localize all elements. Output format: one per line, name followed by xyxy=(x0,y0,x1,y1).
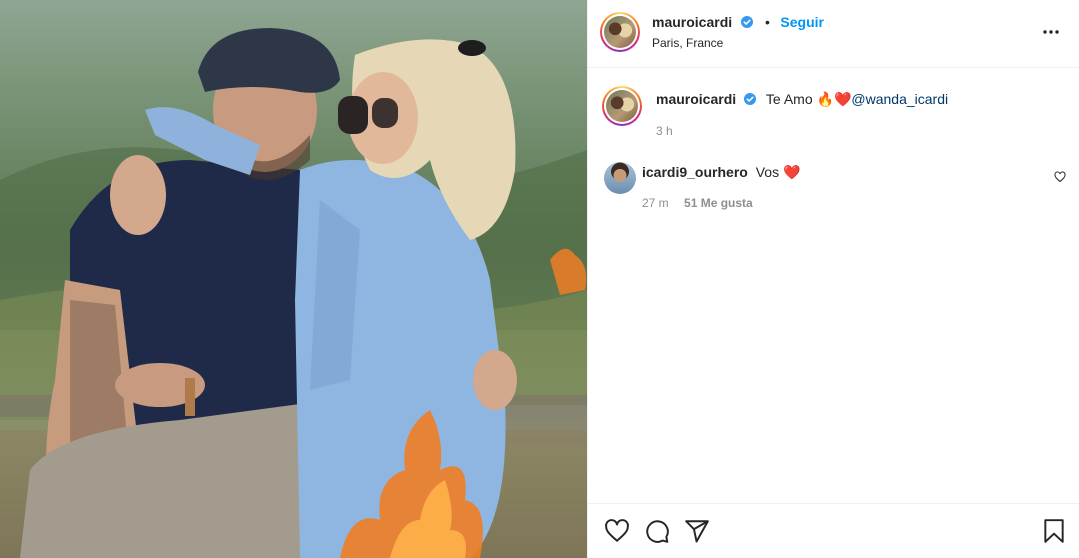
caption-text: Te Amo xyxy=(765,91,817,107)
comment-icon[interactable] xyxy=(644,518,670,544)
share-icon[interactable] xyxy=(684,518,710,544)
comment-text: Vos xyxy=(755,164,783,180)
comment-item: icardi9_ourhero Vos ❤️ 27 m 51 Me gusta xyxy=(602,160,1066,220)
caption-mention[interactable]: @wanda_icardi xyxy=(851,91,948,107)
comment-username[interactable]: icardi9_ourhero xyxy=(642,164,748,180)
comment-line: icardi9_ourhero Vos ❤️ xyxy=(642,164,800,181)
heart-icon[interactable] xyxy=(604,518,630,544)
comment-likes[interactable]: 51 Me gusta xyxy=(684,196,753,210)
follow-button[interactable]: Seguir xyxy=(780,14,824,30)
bookmark-icon[interactable] xyxy=(1041,518,1067,544)
post-header: mauroicardi • Seguir Paris, France xyxy=(588,0,1079,68)
more-options-icon[interactable] xyxy=(1041,22,1061,42)
comment-like-heart-icon[interactable] xyxy=(1054,171,1066,183)
verified-badge-icon xyxy=(740,16,753,28)
caption-username[interactable]: mauroicardi xyxy=(656,91,736,107)
verified-badge-icon xyxy=(744,93,757,105)
post-actions-bar xyxy=(588,503,1079,558)
post-side-panel: mauroicardi • Seguir Paris, France mauro… xyxy=(587,0,1079,558)
caption-avatar[interactable] xyxy=(602,86,642,126)
comment-avatar[interactable] xyxy=(604,162,636,194)
caption-emoji: 🔥❤️ xyxy=(816,91,852,107)
comment-meta: 27 m 51 Me gusta xyxy=(642,196,753,210)
separator-dot: • xyxy=(765,14,770,30)
caption-time[interactable]: 3 h xyxy=(656,124,673,138)
photo-illustration xyxy=(0,28,587,558)
post-photo[interactable] xyxy=(0,0,587,558)
comment-time[interactable]: 27 m xyxy=(642,196,669,210)
author-line: mauroicardi • Seguir xyxy=(652,14,824,32)
caption-line: mauroicardi Te Amo 🔥❤️@wanda_icardi xyxy=(656,91,948,108)
comment-emoji: ❤️ xyxy=(782,164,801,180)
author-avatar[interactable] xyxy=(600,12,640,52)
post-location[interactable]: Paris, France xyxy=(652,36,723,50)
author-username[interactable]: mauroicardi xyxy=(652,14,732,30)
instagram-post: mauroicardi • Seguir Paris, France mauro… xyxy=(0,0,1079,558)
